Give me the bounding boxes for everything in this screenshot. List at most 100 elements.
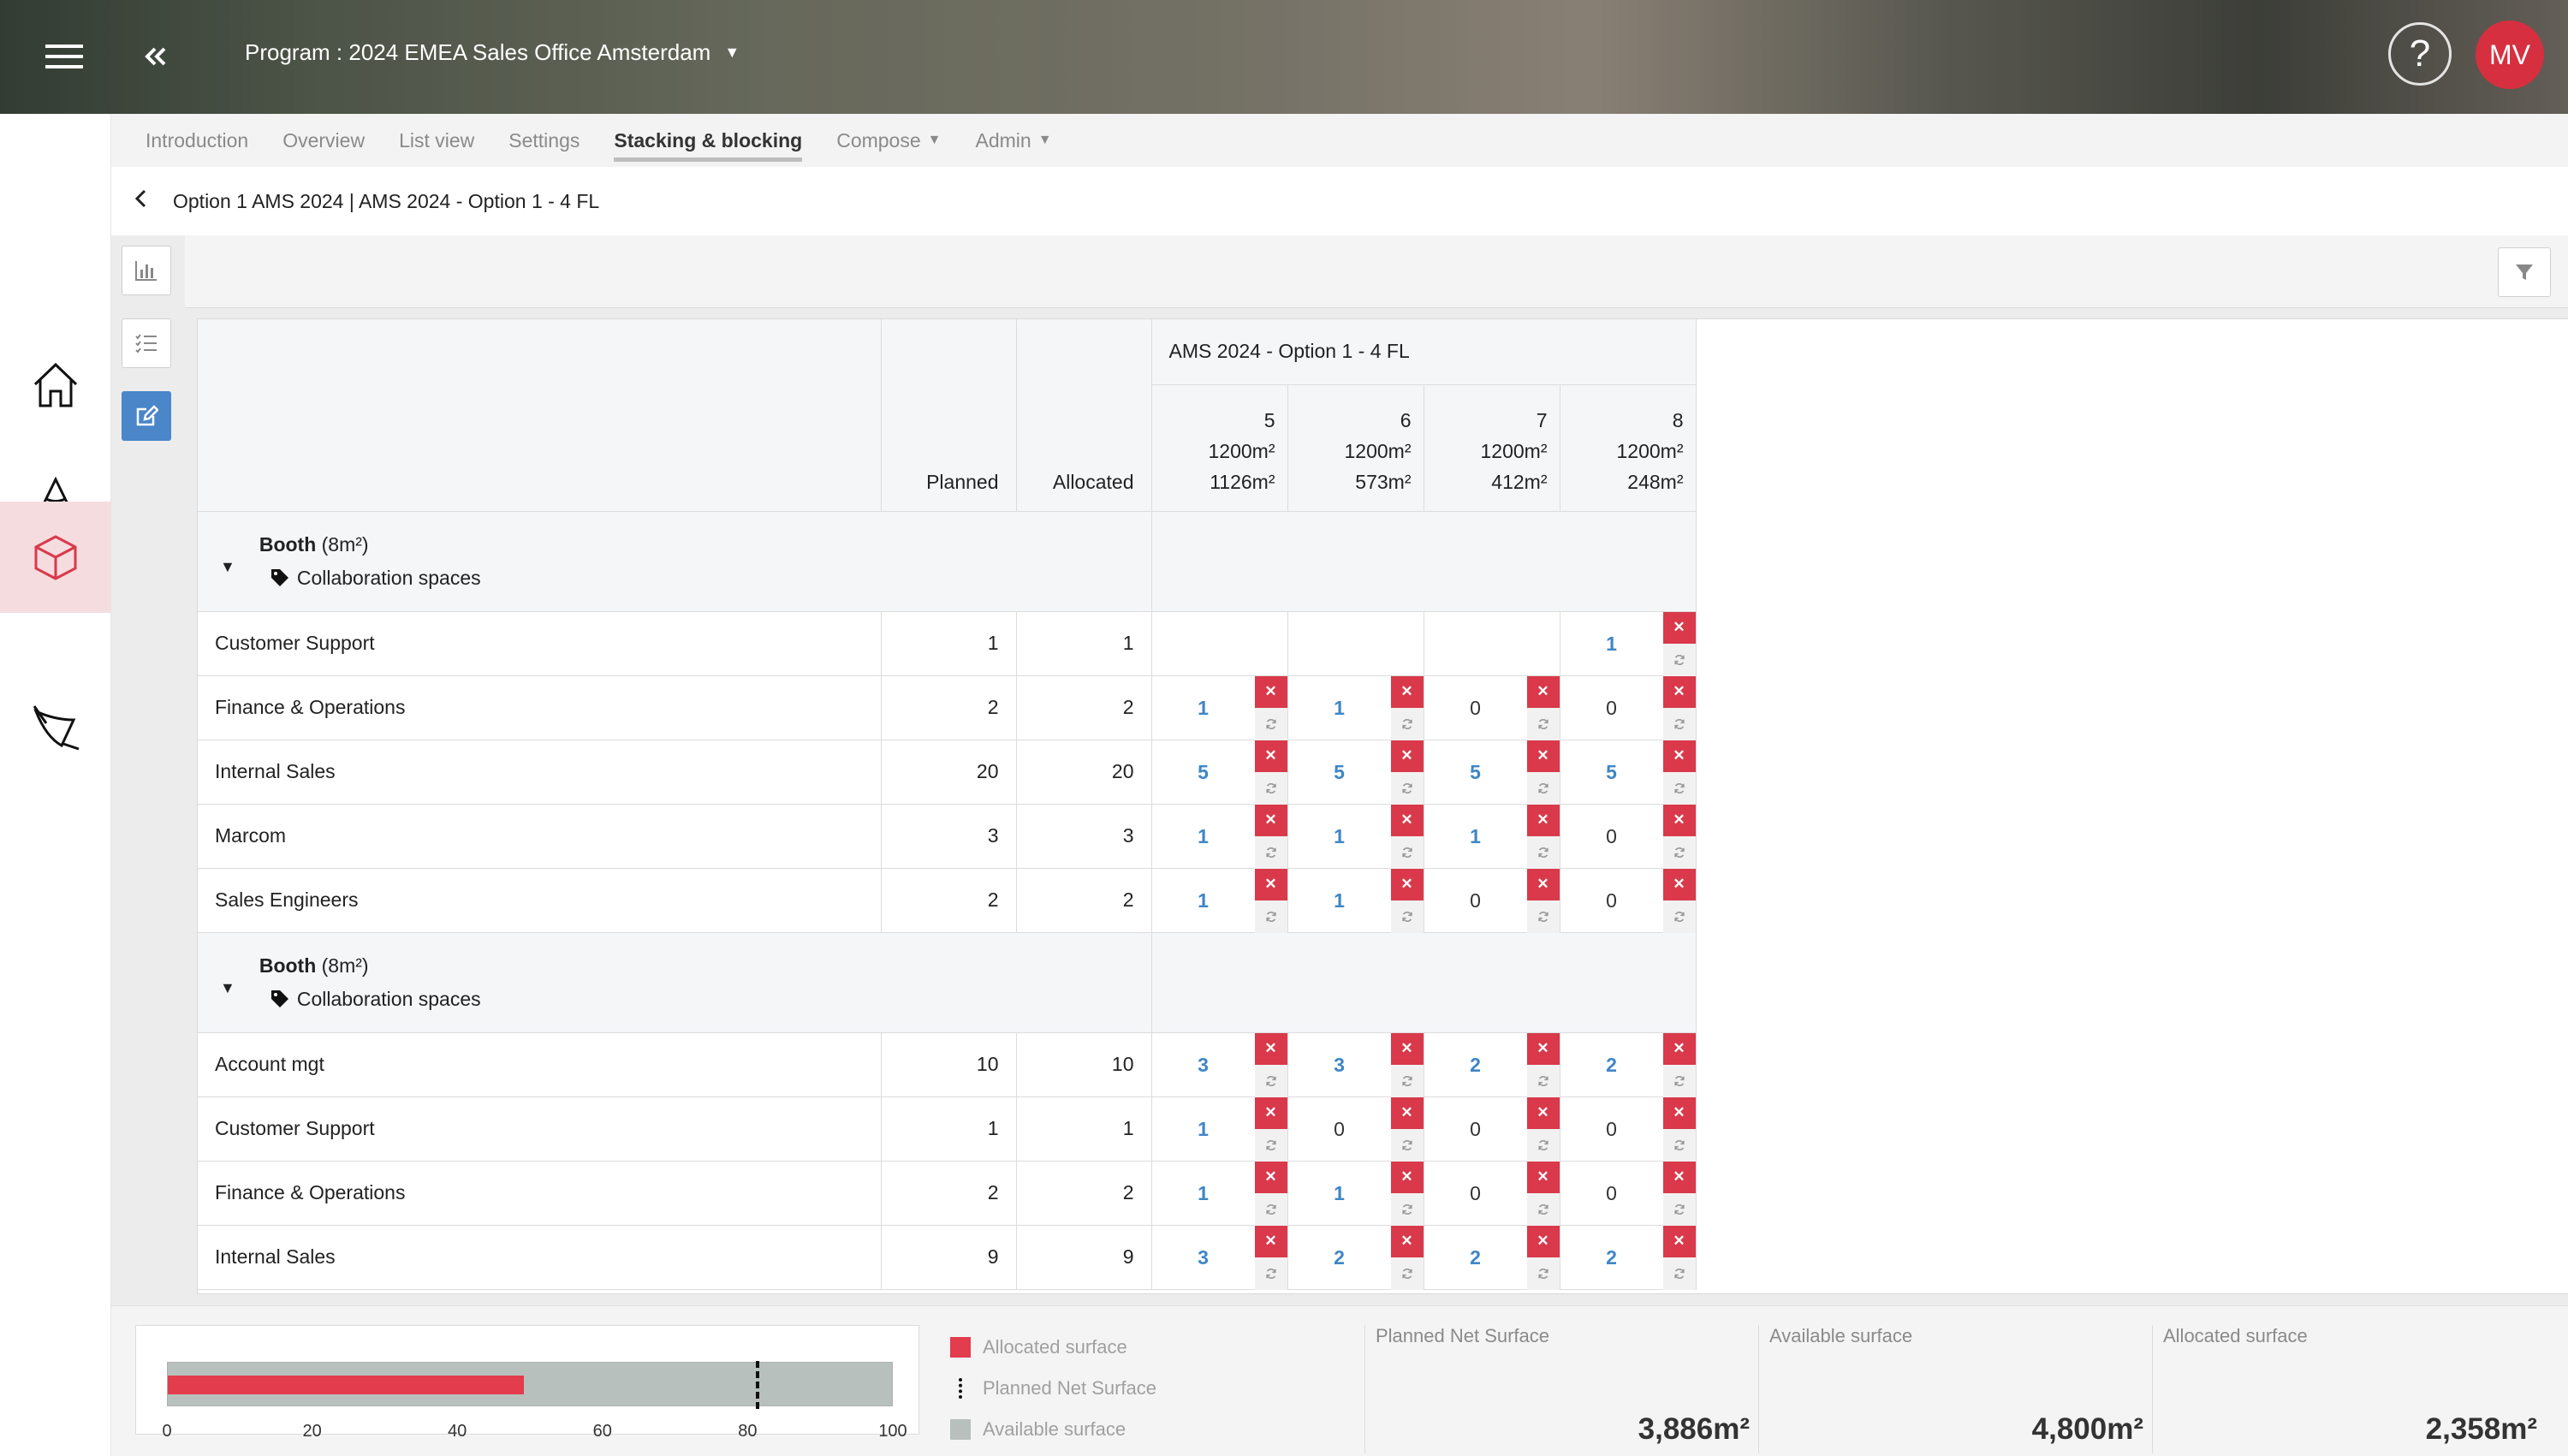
- floor-allocation-cell[interactable]: 1 ✕: [1287, 1161, 1424, 1226]
- floor-allocation-value[interactable]: 3: [1152, 1226, 1255, 1290]
- tab-list-view[interactable]: List view: [399, 114, 474, 167]
- floor-allocation-cell[interactable]: 1 ✕: [1151, 675, 1288, 740]
- remove-allocation-button[interactable]: ✕: [1662, 675, 1696, 708]
- floor-allocation-cell[interactable]: 1 ✕: [1151, 1096, 1288, 1162]
- remove-allocation-button[interactable]: ✕: [1390, 1225, 1424, 1257]
- user-avatar[interactable]: MV: [2476, 21, 2544, 89]
- floor-allocation-value[interactable]: 0: [1560, 1162, 1663, 1226]
- remove-allocation-button[interactable]: ✕: [1662, 1032, 1696, 1065]
- floor-allocation-value[interactable]: 0: [1424, 1162, 1527, 1226]
- remove-allocation-button[interactable]: ✕: [1254, 1032, 1287, 1065]
- reset-allocation-button[interactable]: [1254, 1064, 1287, 1097]
- remove-allocation-button[interactable]: ✕: [1526, 1161, 1560, 1193]
- program-selector[interactable]: Program : 2024 EMEA Sales Office Amsterd…: [245, 39, 740, 66]
- floor-allocation-value[interactable]: 5: [1424, 740, 1527, 805]
- floor-allocation-cell[interactable]: 1 ✕: [1424, 804, 1560, 869]
- floor-allocation-value[interactable]: 2: [1288, 1226, 1391, 1290]
- remove-allocation-button[interactable]: ✕: [1662, 740, 1696, 772]
- floor-allocation-cell[interactable]: 0 ✕: [1287, 1096, 1424, 1162]
- floor-allocation-value[interactable]: 1: [1152, 1162, 1255, 1226]
- remove-allocation-button[interactable]: ✕: [1390, 804, 1424, 836]
- remove-allocation-button[interactable]: ✕: [1526, 740, 1560, 772]
- group-header[interactable]: ▼ Booth (8m²) Collaboration spaces: [198, 511, 1152, 612]
- collapse-sidebar-button[interactable]: [128, 31, 183, 82]
- floor-allocation-cell[interactable]: [1287, 611, 1424, 676]
- rail-item-stacking[interactable]: [0, 502, 111, 613]
- remove-allocation-button[interactable]: ✕: [1254, 804, 1287, 836]
- floor-allocation-value[interactable]: 0: [1424, 676, 1527, 740]
- remove-allocation-button[interactable]: ✕: [1662, 868, 1696, 900]
- list-view-button[interactable]: [122, 318, 171, 368]
- remove-allocation-button[interactable]: ✕: [1390, 868, 1424, 900]
- filter-button[interactable]: [2498, 247, 2551, 297]
- floor-allocation-value[interactable]: 5: [1288, 740, 1391, 805]
- floor-allocation-cell[interactable]: 3 ✕: [1287, 1032, 1424, 1097]
- floor-allocation-cell[interactable]: 3 ✕: [1151, 1225, 1288, 1290]
- back-button[interactable]: [134, 188, 147, 214]
- rail-item-home[interactable]: [0, 330, 111, 441]
- floor-allocation-cell[interactable]: 1 ✕: [1287, 868, 1424, 933]
- floor-allocation-cell[interactable]: 1 ✕: [1560, 611, 1697, 676]
- reset-allocation-button[interactable]: [1526, 707, 1560, 740]
- reset-allocation-button[interactable]: [1526, 771, 1560, 805]
- reset-allocation-button[interactable]: [1254, 771, 1287, 805]
- reset-allocation-button[interactable]: [1390, 900, 1424, 933]
- floor-allocation-value[interactable]: 0: [1560, 805, 1663, 869]
- remove-allocation-button[interactable]: ✕: [1254, 1225, 1287, 1257]
- floor-allocation-cell[interactable]: 0 ✕: [1424, 1161, 1560, 1226]
- remove-allocation-button[interactable]: ✕: [1526, 675, 1560, 708]
- remove-allocation-button[interactable]: ✕: [1254, 675, 1287, 708]
- rail-item-compose[interactable]: [0, 672, 111, 783]
- floor-allocation-cell[interactable]: 2 ✕: [1287, 1225, 1424, 1290]
- reset-allocation-button[interactable]: [1662, 771, 1696, 805]
- reset-allocation-button[interactable]: [1662, 1192, 1696, 1226]
- reset-allocation-button[interactable]: [1526, 1128, 1560, 1162]
- reset-allocation-button[interactable]: [1390, 1128, 1424, 1162]
- floor-allocation-value[interactable]: 0: [1424, 869, 1527, 933]
- reset-allocation-button[interactable]: [1662, 835, 1696, 869]
- floor-allocation-value[interactable]: 0: [1560, 1097, 1663, 1162]
- remove-allocation-button[interactable]: ✕: [1526, 1225, 1560, 1257]
- floor-allocation-cell[interactable]: 3 ✕: [1151, 1032, 1288, 1097]
- reset-allocation-button[interactable]: [1662, 1064, 1696, 1097]
- floor-allocation-cell[interactable]: 2 ✕: [1424, 1225, 1560, 1290]
- floor-allocation-value[interactable]: 2: [1424, 1033, 1527, 1097]
- floor-allocation-cell[interactable]: 0 ✕: [1560, 1096, 1697, 1162]
- floor-allocation-value[interactable]: 3: [1152, 1033, 1255, 1097]
- reset-allocation-button[interactable]: [1662, 1257, 1696, 1290]
- reset-allocation-button[interactable]: [1390, 707, 1424, 740]
- floor-allocation-cell[interactable]: 0 ✕: [1560, 804, 1697, 869]
- tab-compose[interactable]: Compose ▼: [836, 114, 941, 167]
- floor-allocation-cell[interactable]: 0 ✕: [1424, 675, 1560, 740]
- remove-allocation-button[interactable]: ✕: [1662, 1096, 1696, 1129]
- floor-allocation-cell[interactable]: 0 ✕: [1560, 1161, 1697, 1226]
- reset-allocation-button[interactable]: [1526, 900, 1560, 933]
- floor-allocation-cell[interactable]: 0 ✕: [1560, 868, 1697, 933]
- remove-allocation-button[interactable]: ✕: [1390, 675, 1424, 708]
- floor-allocation-value[interactable]: 1: [1288, 1162, 1391, 1226]
- reset-allocation-button[interactable]: [1526, 1192, 1560, 1226]
- floor-allocation-cell[interactable]: 5 ✕: [1424, 740, 1560, 805]
- caret-down-icon[interactable]: ▼: [220, 979, 235, 997]
- floor-allocation-cell[interactable]: 1 ✕: [1151, 868, 1288, 933]
- remove-allocation-button[interactable]: ✕: [1526, 1032, 1560, 1065]
- floor-allocation-value[interactable]: 0: [1424, 1097, 1527, 1162]
- floor-allocation-cell[interactable]: 5 ✕: [1560, 740, 1697, 805]
- reset-allocation-button[interactable]: [1254, 707, 1287, 740]
- floor-allocation-cell[interactable]: [1151, 611, 1288, 676]
- floor-allocation-value[interactable]: 1: [1152, 1097, 1255, 1162]
- floor-allocation-cell[interactable]: 0 ✕: [1560, 675, 1697, 740]
- remove-allocation-button[interactable]: ✕: [1526, 1096, 1560, 1129]
- floor-allocation-value[interactable]: 1: [1288, 676, 1391, 740]
- tab-stacking-blocking[interactable]: Stacking & blocking: [614, 114, 802, 167]
- floor-allocation-value[interactable]: 1: [1152, 805, 1255, 869]
- floor-allocation-cell[interactable]: 2 ✕: [1560, 1225, 1697, 1290]
- remove-allocation-button[interactable]: ✕: [1662, 804, 1696, 836]
- remove-allocation-button[interactable]: ✕: [1390, 1032, 1424, 1065]
- help-button[interactable]: ?: [2388, 22, 2452, 86]
- chart-view-button[interactable]: [122, 246, 171, 295]
- remove-allocation-button[interactable]: ✕: [1254, 1161, 1287, 1193]
- reset-allocation-button[interactable]: [1254, 835, 1287, 869]
- reset-allocation-button[interactable]: [1526, 1064, 1560, 1097]
- floor-allocation-cell[interactable]: 1 ✕: [1287, 675, 1424, 740]
